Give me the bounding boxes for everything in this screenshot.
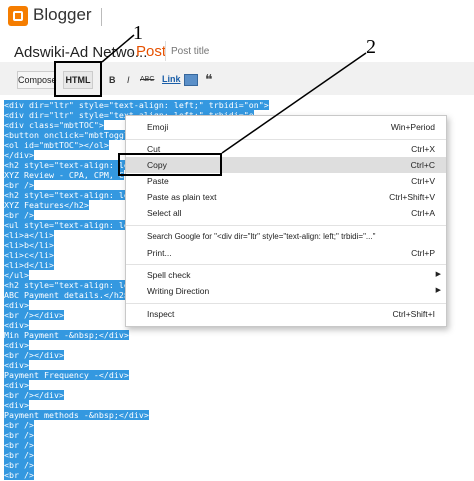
- callout-lines: [101, 34, 367, 154]
